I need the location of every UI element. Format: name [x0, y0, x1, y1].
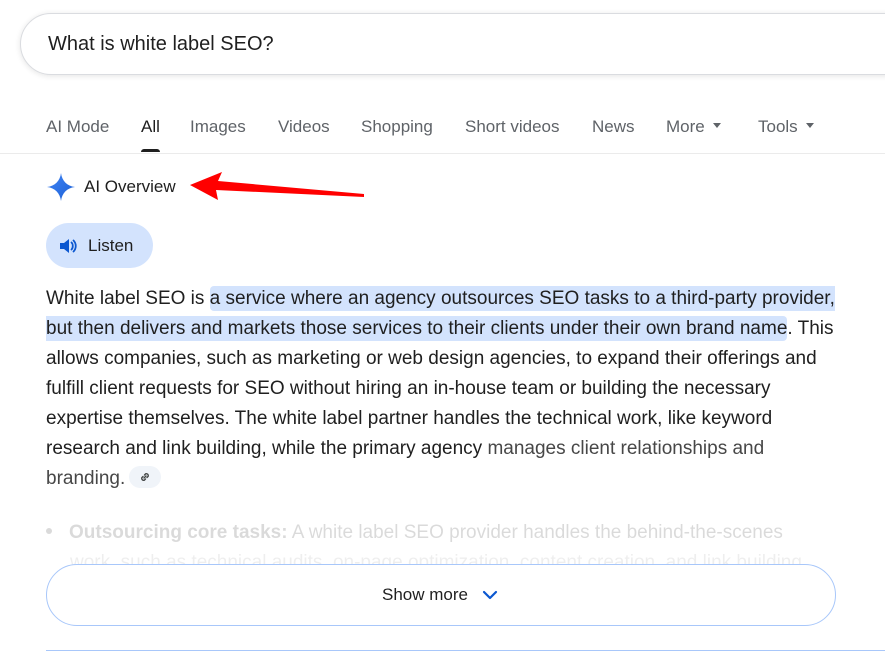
tab-tools[interactable]: Tools — [758, 117, 814, 137]
bullet-dot — [46, 527, 52, 534]
tab-all[interactable]: All — [141, 117, 160, 152]
tab-label: News — [592, 117, 635, 136]
tab-label: Images — [190, 117, 246, 136]
caret-down-icon — [712, 123, 721, 129]
sparkle-icon — [47, 173, 75, 201]
ai-overview-header: AI Overview — [46, 172, 176, 202]
tab-label: Shopping — [361, 117, 433, 136]
tab-label: Short videos — [465, 117, 560, 136]
search-box[interactable] — [20, 13, 885, 75]
tab-images[interactable]: Images — [190, 117, 246, 137]
tab-news[interactable]: News — [592, 117, 635, 137]
listen-button[interactable]: Listen — [46, 223, 153, 268]
bullet-heading: Outsourcing core tasks: — [69, 522, 288, 543]
tab-short-videos[interactable]: Short videos — [465, 117, 560, 137]
tab-label: AI Mode — [46, 117, 110, 136]
answer-intro: White label SEO is — [46, 288, 210, 309]
link-icon — [141, 473, 150, 481]
annotation-arrow-icon — [190, 172, 364, 200]
tab-shopping[interactable]: Shopping — [361, 117, 433, 137]
tab-more[interactable]: More — [666, 117, 721, 137]
search-input[interactable] — [48, 14, 868, 74]
search-tabs: AI Mode All Images Videos Shopping Short… — [0, 100, 885, 154]
tab-label: More — [666, 117, 705, 136]
list-item: Outsourcing core tasks: A white label SE… — [46, 518, 876, 548]
tab-label: All — [141, 117, 160, 136]
source-link-button[interactable] — [129, 465, 162, 488]
listen-label: Listen — [88, 235, 134, 255]
show-more-label: Show more — [382, 585, 468, 604]
ai-overview-answer: White label SEO is a service where an ag… — [46, 284, 836, 494]
bullet-text: A white label SEO provider handles the b… — [287, 522, 783, 543]
tab-label: Tools — [758, 117, 798, 136]
divider — [46, 650, 885, 651]
tab-label: Videos — [278, 117, 330, 136]
chevron-down-icon — [482, 590, 498, 600]
show-more-button[interactable]: Show more — [46, 564, 836, 626]
caret-down-icon — [805, 123, 814, 129]
tab-videos[interactable]: Videos — [278, 117, 330, 137]
ai-overview-title: AI Overview — [84, 177, 176, 196]
speaker-icon — [60, 238, 77, 253]
tab-ai-mode[interactable]: AI Mode — [46, 117, 109, 137]
